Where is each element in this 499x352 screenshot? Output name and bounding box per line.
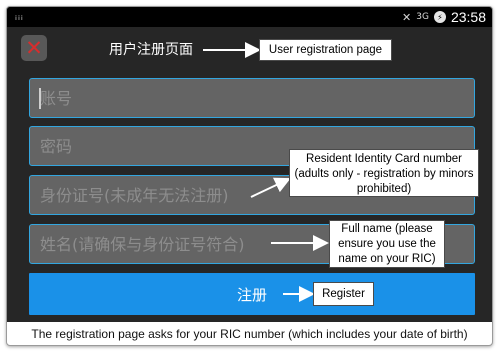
network-label: 3G (416, 12, 429, 22)
page-title: 用户注册页面 (109, 42, 193, 58)
clock: 23:58 (450, 9, 486, 25)
id-callout: Resident Identity Card number (adults on… (289, 149, 479, 197)
signal-icon: ᵢᵢᵢ (15, 10, 24, 23)
title-callout: User registration page (259, 39, 392, 61)
status-icons: ✕ 3G ⚡ 23:58 (402, 8, 486, 26)
caption: The registration page asks for your RIC … (31, 327, 468, 341)
x-logo-mark: ✕ (25, 36, 43, 60)
status-bar: ᵢᵢᵢ ✕ 3G ⚡ 23:58 (7, 7, 492, 27)
register-callout: Register (313, 282, 374, 306)
battery-icon: ⚡ (433, 11, 446, 23)
name-callout-text: Full name (please ensure you use the nam… (338, 223, 436, 265)
action-bar: ✕ 用户注册页面 (7, 27, 492, 67)
phone-screen: ᵢᵢᵢ ✕ 3G ⚡ 23:58 ✕ 用户注册页面 账号 身份证号(未成年无法注… (7, 7, 492, 322)
text-cursor (39, 88, 41, 109)
register-button[interactable]: 注册 (29, 273, 475, 315)
title-callout-text: User registration page (268, 44, 383, 56)
account-field[interactable] (29, 78, 475, 118)
app-logo-icon[interactable]: ✕ (21, 35, 47, 61)
screenshot-frame: ᵢᵢᵢ ✕ 3G ⚡ 23:58 ✕ 用户注册页面 账号 身份证号(未成年无法注… (6, 6, 493, 346)
mute-icon: ✕ (402, 10, 412, 24)
register-callout-text: Register (322, 288, 365, 300)
name-callout: Full name (please ensure you use the nam… (329, 220, 445, 268)
id-callout-text: Resident Identity Card number (adults on… (294, 153, 474, 195)
account-input[interactable] (30, 79, 474, 117)
